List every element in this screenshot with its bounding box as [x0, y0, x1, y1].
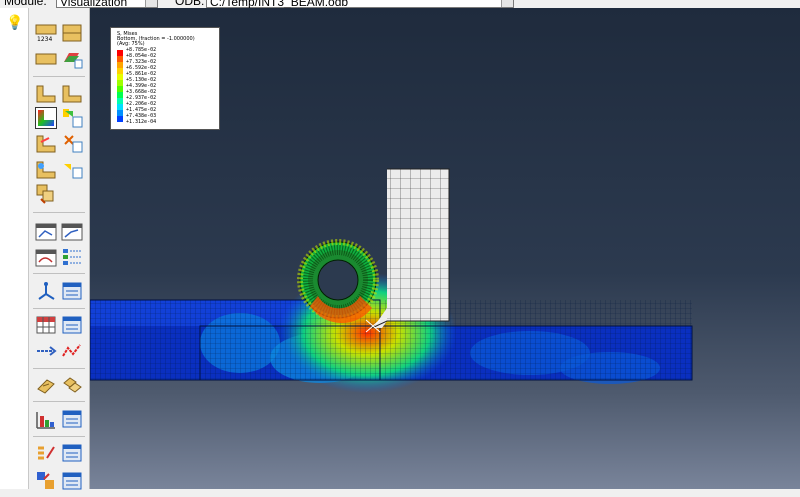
- separator: [33, 436, 85, 437]
- overlay-plot-icon[interactable]: [35, 158, 57, 180]
- module-label: Module:: [4, 0, 47, 8]
- section-points-icon[interactable]: 1234: [35, 22, 57, 44]
- contour-options-icon[interactable]: [61, 82, 83, 104]
- symbol-options-icon[interactable]: [61, 107, 83, 129]
- module-toolbar: Module: Visualization ODB: C:/Temp/INT3_…: [0, 0, 800, 8]
- group-manager-icon[interactable]: [61, 408, 83, 430]
- separator: [33, 401, 85, 402]
- stream-plot-icon[interactable]: [61, 374, 83, 396]
- display-group-icon[interactable]: [35, 408, 57, 430]
- animate-harmonic-icon[interactable]: [35, 246, 57, 268]
- animate-time-icon[interactable]: [61, 220, 83, 242]
- overlay-plot-icon[interactable]: [35, 183, 57, 205]
- odb-combo[interactable]: C:/Temp/INT3_BEAM.odb: [206, 0, 514, 8]
- separator: [33, 273, 85, 274]
- animate-scale-icon[interactable]: [35, 220, 57, 242]
- material-orientation-icon[interactable]: [35, 132, 57, 154]
- xy-data-manager-icon[interactable]: [61, 280, 83, 302]
- probe-values-icon[interactable]: [35, 374, 57, 396]
- svg-text:1234: 1234: [37, 36, 52, 43]
- symbol-plot-icon[interactable]: [35, 107, 57, 129]
- report-options-icon[interactable]: [61, 340, 83, 362]
- path-manager-icon[interactable]: [61, 314, 83, 336]
- contour-legend: S, Mises Bottom, (fraction = -1.000000) …: [110, 27, 220, 130]
- module-combo[interactable]: Visualization: [56, 0, 158, 8]
- view-cut-icon[interactable]: [35, 442, 57, 464]
- chevron-down-icon[interactable]: [501, 0, 513, 7]
- create-path-icon[interactable]: [35, 314, 57, 336]
- separator: [33, 76, 85, 77]
- view-cut-manager-icon[interactable]: [61, 442, 83, 464]
- deformed-shape-icon[interactable]: [61, 48, 83, 70]
- odb-value: C:/Temp/INT3_BEAM.odb: [210, 0, 349, 8]
- toolbox: 1234: [29, 8, 90, 490]
- chevron-down-icon[interactable]: [145, 0, 157, 7]
- animation-options-icon[interactable]: [61, 246, 83, 268]
- orientation-options-icon[interactable]: [61, 158, 83, 180]
- legend-color-swatch: [117, 116, 123, 122]
- contour-plot-icon[interactable]: [35, 82, 57, 104]
- separator: [33, 212, 85, 213]
- legend-value: +1.312e-04: [126, 119, 157, 125]
- report-field-icon[interactable]: [35, 340, 57, 362]
- undeformed-shape-icon[interactable]: [35, 48, 57, 70]
- prompt-strip: 💡: [0, 8, 29, 489]
- odb-label: ODB:: [175, 0, 205, 8]
- orientation-options-icon[interactable]: [61, 132, 83, 154]
- separator: [33, 308, 85, 309]
- module-value: Visualization: [60, 0, 128, 8]
- separator: [33, 368, 85, 369]
- lightbulb-icon[interactable]: 💡: [6, 14, 23, 31]
- layer-icon[interactable]: [61, 22, 83, 44]
- xy-data-icon[interactable]: [35, 280, 57, 302]
